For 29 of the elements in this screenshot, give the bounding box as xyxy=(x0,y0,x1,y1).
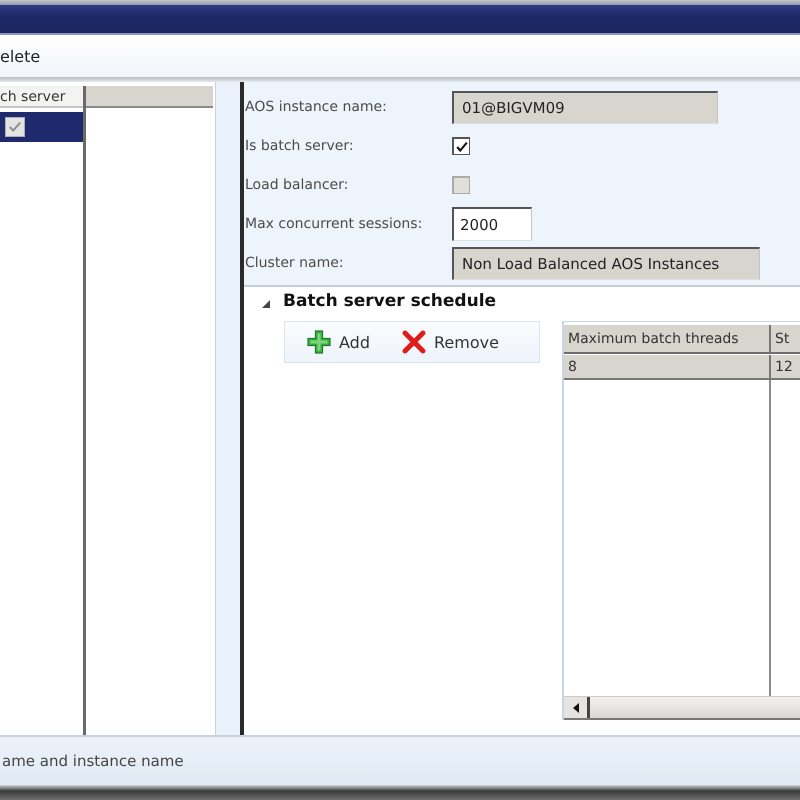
column-header: St xyxy=(774,330,790,348)
input-field[interactable]: 2000 xyxy=(452,207,532,241)
left-arrow-icon xyxy=(572,702,578,712)
checkbox[interactable] xyxy=(5,117,25,137)
checkbox[interactable] xyxy=(452,137,470,155)
checkmark-icon xyxy=(454,140,468,154)
column-header: Maximum batch threads xyxy=(564,325,771,352)
triangle-icon[interactable] xyxy=(262,300,270,308)
status-text: ame and instance name xyxy=(1,752,184,770)
field-label: Max concurrent sessions: xyxy=(244,216,424,232)
table-cell-text: 12 xyxy=(774,358,794,376)
field-label: Is batch server: xyxy=(244,138,355,154)
scroll-left-button[interactable] xyxy=(564,697,590,718)
horizontal-scrollbar[interactable] xyxy=(564,696,800,720)
column-header: ch server xyxy=(0,86,83,108)
field-label: Cluster name: xyxy=(244,255,345,271)
table-cell: 8 xyxy=(564,355,771,378)
field-label: AOS instance name: xyxy=(244,99,388,115)
remove-button[interactable]: Remove xyxy=(402,330,499,354)
add-button[interactable]: Add xyxy=(307,330,370,354)
table-cell[interactable] xyxy=(0,112,83,142)
x-icon xyxy=(402,330,426,354)
action-button[interactable]: elete xyxy=(0,42,40,70)
plus-icon xyxy=(307,330,331,354)
field-label: Load balancer: xyxy=(244,177,350,193)
checkmark-icon xyxy=(8,120,22,134)
table-row[interactable]: 8 12 xyxy=(564,355,800,380)
splitter-bar[interactable] xyxy=(216,82,244,735)
section-title: Batch server schedule xyxy=(283,291,496,311)
